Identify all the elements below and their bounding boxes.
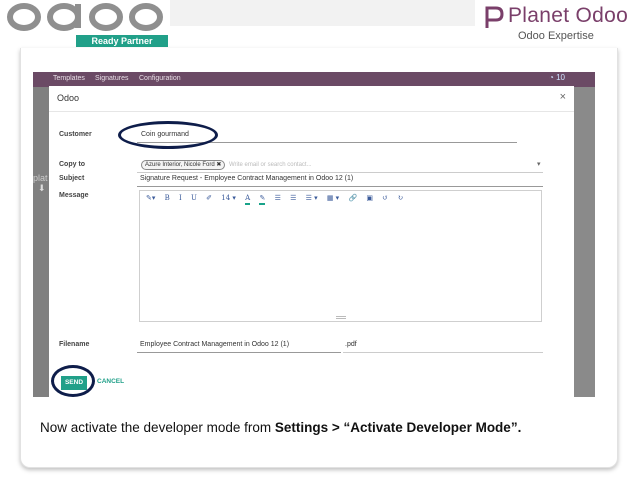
extension-underline [343, 352, 543, 353]
caption-text: Now activate the developer mode from [40, 420, 275, 435]
message-label: Message [59, 192, 89, 199]
filename-field[interactable]: Employee Contract Management in Odoo 12 … [140, 341, 289, 348]
table-dropdown[interactable]: ▦ ▾ [327, 194, 339, 202]
menu-templates[interactable]: Templates [53, 75, 85, 82]
odoo-ready-partner-logo: Ready Partner [6, 2, 168, 47]
ready-partner-badge: Ready Partner [76, 35, 168, 47]
message-editor[interactable]: ✎▾ B I U ✐ 14 ▾ A ✎ ☰ ☰ ☰ ▾ ▦ ▾ 🔗 ▣ ↺ ↻ [139, 190, 542, 322]
planet-odoo-logo: Planet Odoo Odoo Expertise [478, 0, 638, 48]
slide-caption: Now activate the developer mode from Set… [40, 420, 521, 435]
menu-signatures[interactable]: Signatures [95, 75, 128, 82]
numbered-list-icon[interactable]: ☰ [290, 194, 296, 202]
close-icon[interactable]: × [560, 91, 566, 103]
paragraph-dropdown[interactable]: ☰ ▾ [306, 194, 318, 202]
slide-header: Ready Partner Planet Odoo Odoo Expertise [0, 0, 638, 48]
underline-icon[interactable]: U [191, 194, 197, 202]
caption-emphasis: Settings > “Activate Developer Mode”. [274, 420, 522, 435]
bullet-list-icon[interactable]: ☰ [275, 194, 281, 202]
editor-toolbar: ✎▾ B I U ✐ 14 ▾ A ✎ ☰ ☰ ☰ ▾ ▦ ▾ 🔗 ▣ ↺ ↻ [146, 194, 410, 208]
app-topbar: Templates Signatures Configuration ◔ 10 [33, 72, 595, 87]
notification-count: 10 [556, 73, 565, 82]
chevron-down-icon[interactable]: ▾ [537, 160, 541, 168]
link-icon[interactable]: 🔗 [348, 194, 357, 202]
redo-icon[interactable]: ↻ [397, 194, 403, 202]
subject-label: Subject [59, 175, 85, 182]
filename-underline [137, 352, 341, 353]
dialog-title: Odoo [57, 93, 80, 103]
subject-underline [137, 186, 543, 187]
bold-icon[interactable]: B [165, 194, 170, 202]
menu-configuration[interactable]: Configuration [139, 75, 181, 82]
font-size-dropdown[interactable]: 14 ▾ [221, 194, 236, 202]
planet-odoo-title: Planet Odoo [508, 4, 629, 27]
down-arrow-icon: ⬇ [38, 183, 46, 193]
copy-to-input[interactable]: Write email or search contact... [229, 162, 312, 168]
copy-to-label: Copy to [59, 161, 86, 168]
planet-odoo-mark-icon [485, 6, 504, 28]
filename-label: Filename [59, 341, 90, 348]
slide: Ready Partner Planet Odoo Odoo Expertise… [0, 0, 638, 493]
highlight-circle-customer [118, 121, 218, 149]
cancel-button[interactable]: CANCEL [97, 378, 124, 385]
notification-badge[interactable]: ◔ 10 [549, 73, 565, 82]
font-color-icon[interactable]: A [245, 194, 251, 205]
copy-to-underline [137, 172, 543, 173]
style-icon[interactable]: ✎▾ [146, 194, 155, 202]
planet-odoo-subtitle: Odoo Expertise [518, 30, 594, 42]
subject-field[interactable]: Signature Request - Employee Contract Ma… [140, 175, 353, 182]
odoo-wordmark-icon [7, 3, 163, 31]
background-app-right [573, 87, 595, 397]
background-title-fragment: plat [33, 173, 48, 183]
filename-extension: .pdf [345, 341, 357, 348]
chat-icon: ◔ [549, 73, 554, 82]
background-app-left: plat ⬇ [33, 87, 49, 397]
image-icon[interactable]: ▣ [366, 194, 373, 202]
eraser-icon[interactable]: ✐ [206, 194, 212, 202]
customer-label: Customer [59, 131, 92, 138]
copy-to-tag[interactable]: Azure Interior, Nicole Ford ✖ [141, 160, 226, 170]
italic-icon[interactable]: I [179, 194, 182, 202]
dialog-header: Odoo × [49, 86, 574, 112]
undo-icon[interactable]: ↺ [382, 194, 388, 202]
resize-handle-icon[interactable] [336, 316, 346, 319]
highlight-circle-send [51, 365, 95, 397]
odoo-screenshot: Templates Signatures Configuration ◔ 10 … [33, 72, 595, 397]
header-band [170, 0, 475, 26]
highlight-icon[interactable]: ✎ [259, 194, 266, 205]
signature-request-dialog: Odoo × Customer Coin gourmand Copy to Az… [49, 86, 574, 397]
